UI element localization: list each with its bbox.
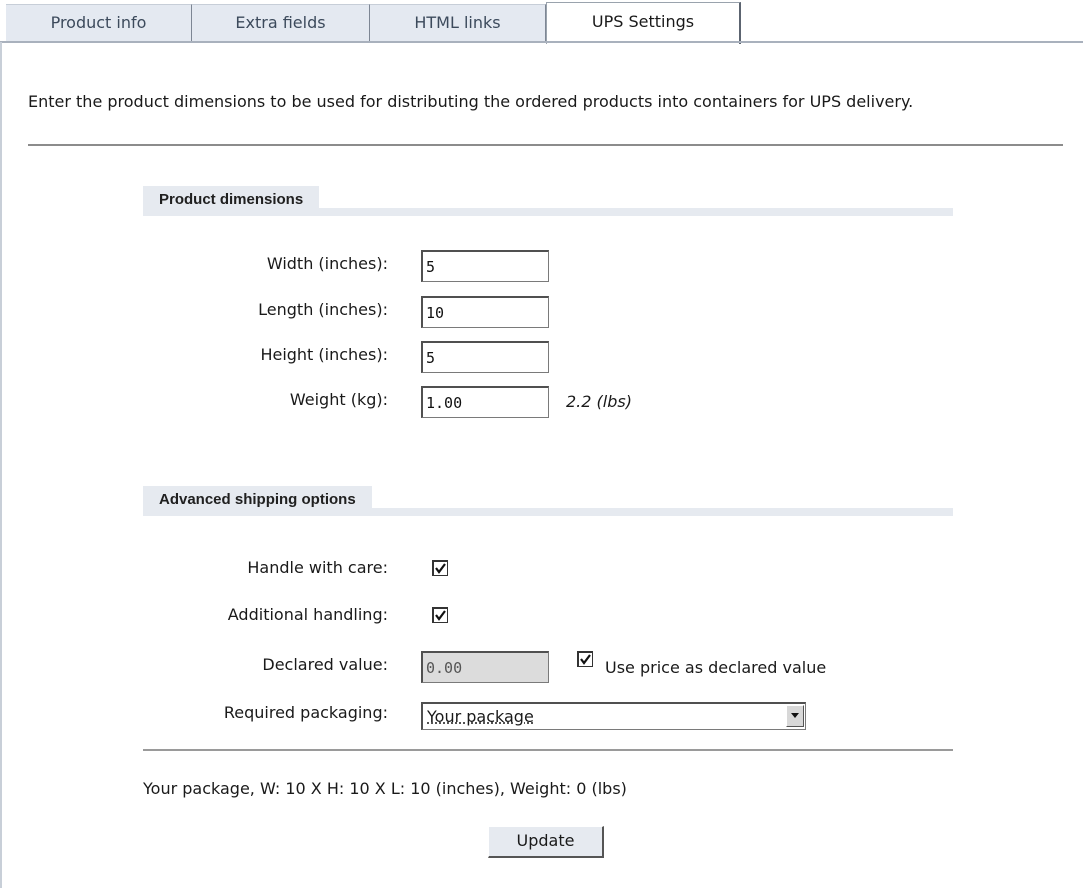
tab-bar-rule bbox=[0, 41, 1083, 43]
section-advanced-shipping: Advanced shipping options bbox=[143, 486, 953, 516]
additional-handling-checkbox[interactable] bbox=[432, 607, 448, 623]
panel-left-border bbox=[0, 42, 2, 888]
chevron-down-icon bbox=[791, 713, 799, 718]
tab-ups-settings[interactable]: UPS Settings bbox=[546, 2, 741, 44]
tab-html-links[interactable]: HTML links bbox=[370, 4, 546, 42]
width-label: Width (inches): bbox=[266, 254, 388, 273]
checkmark-icon bbox=[580, 654, 591, 665]
weight-row: Weight (kg): 1.00 2.2 (lbs) bbox=[143, 386, 1043, 418]
divider bbox=[28, 144, 1063, 146]
checkmark-icon bbox=[435, 563, 446, 574]
weight-input[interactable]: 1.00 bbox=[421, 386, 549, 418]
length-label: Length (inches): bbox=[258, 300, 388, 319]
width-input[interactable]: 5 bbox=[421, 250, 549, 282]
section-title: Advanced shipping options bbox=[143, 486, 372, 516]
additional-handling-row: Additional handling: bbox=[143, 601, 1043, 633]
additional-handling-label: Additional handling: bbox=[227, 605, 388, 624]
weight-lbs-text: 2.2 (lbs) bbox=[566, 392, 632, 411]
packaging-select[interactable]: Your package bbox=[421, 702, 806, 730]
handle-care-label: Handle with care: bbox=[247, 558, 388, 577]
section-title: Product dimensions bbox=[143, 186, 320, 216]
handle-care-checkbox[interactable] bbox=[432, 560, 448, 576]
packaging-selected-value: Your package bbox=[427, 707, 534, 726]
section-product-dimensions: Product dimensions bbox=[143, 186, 953, 216]
declared-value-label: Declared value: bbox=[262, 655, 388, 674]
packaging-row: Required packaging: Your package bbox=[143, 702, 1043, 734]
weight-label: Weight (kg): bbox=[289, 390, 388, 409]
checkmark-icon bbox=[435, 610, 446, 621]
tab-extra-fields[interactable]: Extra fields bbox=[192, 4, 370, 42]
weight-lbs-value: 2.2 bbox=[566, 392, 592, 411]
use-price-checkbox[interactable] bbox=[577, 651, 593, 667]
length-row: Length (inches): 10 bbox=[143, 296, 1043, 328]
tab-bar: Product info Extra fields HTML links UPS… bbox=[0, 0, 1083, 44]
dropdown-arrow-button[interactable] bbox=[786, 705, 804, 727]
use-price-label: Use price as declared value bbox=[605, 658, 827, 677]
declared-value-row: Declared value: 0.00 Use price as declar… bbox=[143, 651, 1043, 683]
weight-lbs-unit: (lbs) bbox=[596, 392, 632, 411]
update-button[interactable]: Update bbox=[488, 826, 604, 858]
width-row: Width (inches): 5 bbox=[143, 250, 1043, 282]
length-input[interactable]: 10 bbox=[421, 296, 549, 328]
height-input[interactable]: 5 bbox=[421, 341, 549, 373]
tab-product-info[interactable]: Product info bbox=[6, 4, 192, 42]
handle-care-row: Handle with care: bbox=[143, 554, 1043, 586]
divider bbox=[143, 749, 953, 751]
package-summary: Your package, W: 10 X H: 10 X L: 10 (inc… bbox=[143, 779, 627, 798]
declared-value-input[interactable]: 0.00 bbox=[421, 651, 549, 683]
packaging-label: Required packaging: bbox=[223, 703, 388, 722]
height-label: Height (inches): bbox=[260, 345, 388, 364]
height-row: Height (inches): 5 bbox=[143, 341, 1043, 373]
intro-text: Enter the product dimensions to be used … bbox=[28, 92, 914, 111]
